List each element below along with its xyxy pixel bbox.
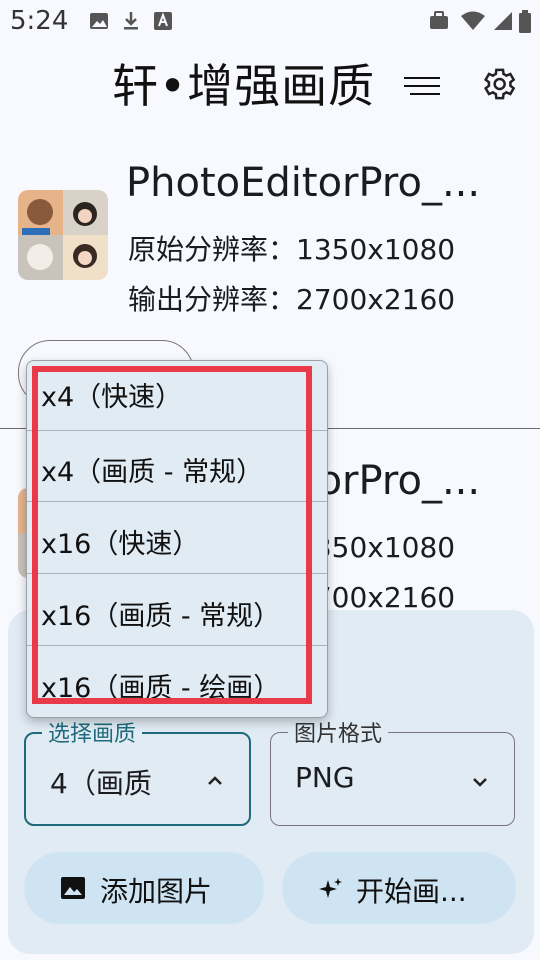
quality-option[interactable]: x4（快速） xyxy=(27,361,327,431)
image-icon xyxy=(61,877,85,899)
quality-value: 4（画质 xyxy=(50,767,152,800)
sparkle-icon xyxy=(319,878,342,898)
quality-option[interactable]: x16（画质 - 绘画） xyxy=(27,648,327,717)
quality-option[interactable]: x4（画质 - 常规） xyxy=(27,432,327,502)
format-value: PNG xyxy=(295,761,355,794)
format-label: 图片格式 xyxy=(288,716,389,748)
add-image-button[interactable]: 添加图片 xyxy=(24,852,264,924)
briefcase-icon xyxy=(430,11,448,29)
quality-option[interactable]: x16（快速） xyxy=(27,504,327,574)
status-time: 5:24 xyxy=(10,6,69,36)
quality-dropdown-menu: x4（快速） x4（画质 - 常规） x16（快速） x16（画质 - 常规） … xyxy=(26,360,328,718)
file-name: PhotoEditorPro_... xyxy=(126,160,481,206)
wifi-icon xyxy=(461,11,485,30)
quality-option-label: x16（画质 - 绘画） xyxy=(41,673,281,704)
quality-option[interactable]: x16（画质 - 常规） xyxy=(27,576,327,646)
gallery-icon xyxy=(90,13,108,29)
signal-icon xyxy=(494,12,512,30)
chevron-down-icon xyxy=(473,778,487,787)
status-bar: 5:24 xyxy=(0,0,540,44)
quality-option-label: x4（画质 - 常规） xyxy=(41,457,264,488)
image-thumbnail xyxy=(18,190,108,280)
app-header: 轩•增强画质 xyxy=(0,48,540,120)
battery-icon xyxy=(519,10,531,33)
font-icon xyxy=(154,12,172,30)
chevron-up-icon xyxy=(208,776,222,785)
quality-option-label: x4（快速） xyxy=(41,382,183,413)
quality-label: 选择画质 xyxy=(42,716,143,748)
quality-option-label: x16（画质 - 常规） xyxy=(41,601,281,632)
quality-option-label: x16（快速） xyxy=(41,529,200,560)
original-resolution: 原始分辨率：1350x1080 xyxy=(128,233,456,266)
app-title: 轩•增强画质 xyxy=(112,59,376,113)
menu-lines-icon xyxy=(404,77,440,95)
output-resolution: 输出分辨率：2700x2160 xyxy=(128,283,456,316)
settings-gear-icon[interactable] xyxy=(478,64,518,104)
download-icon xyxy=(124,12,138,30)
start-enhance-button[interactable]: 开始画... xyxy=(282,852,516,924)
start-enhance-label: 开始画... xyxy=(356,875,467,908)
add-image-label: 添加图片 xyxy=(100,875,213,908)
